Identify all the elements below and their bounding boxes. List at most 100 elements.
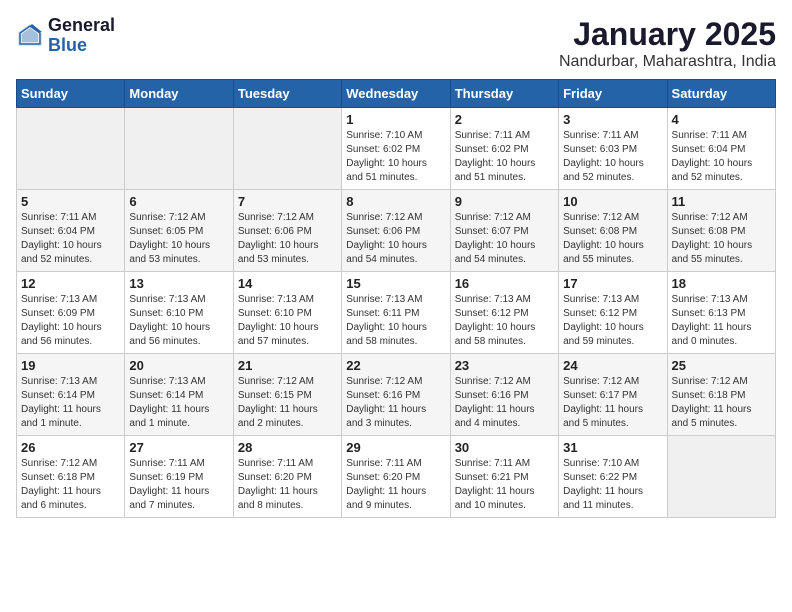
- weekday-header-saturday: Saturday: [667, 80, 775, 108]
- calendar-cell: 5 Sunrise: 7:11 AM Sunset: 6:04 PM Daylig…: [17, 190, 125, 272]
- calendar-cell: 6 Sunrise: 7:12 AM Sunset: 6:05 PM Daylig…: [125, 190, 233, 272]
- day-number: 19: [21, 358, 120, 373]
- calendar-cell: 9 Sunrise: 7:12 AM Sunset: 6:07 PM Daylig…: [450, 190, 558, 272]
- day-info: Sunrise: 7:12 AM Sunset: 6:08 PM Dayligh…: [672, 211, 771, 267]
- calendar-week-row: 26Sunrise: 7:12 AM Sunset: 6:18 PM Dayli…: [17, 436, 776, 518]
- day-number: 20: [129, 358, 228, 373]
- calendar-cell: 17 Sunrise: 7:13 AM Sunset: 6:12 PM Dayli…: [559, 272, 667, 354]
- weekday-header-tuesday: Tuesday: [233, 80, 341, 108]
- day-info: Sunrise: 7:12 AM Sunset: 6:06 PM Dayligh…: [346, 211, 445, 267]
- calendar-week-row: 1 Sunrise: 7:10 AM Sunset: 6:02 PM Daylig…: [17, 108, 776, 190]
- calendar-cell: [125, 108, 233, 190]
- calendar-cell: 13 Sunrise: 7:13 AM Sunset: 6:10 PM Dayli…: [125, 272, 233, 354]
- calendar-title: January 2025: [559, 16, 776, 53]
- logo-text: General Blue: [48, 16, 115, 56]
- calendar-cell: 28 Sunrise: 7:11 AM Sunset: 6:20 PM Dayli…: [233, 436, 341, 518]
- day-number: 21: [238, 358, 337, 373]
- day-number: 6: [129, 194, 228, 209]
- day-number: 22: [346, 358, 445, 373]
- day-info: Sunrise: 7:12 AM Sunset: 6:07 PM Dayligh…: [455, 211, 554, 267]
- day-number: 25: [672, 358, 771, 373]
- day-number: 17: [563, 276, 662, 291]
- day-number: 1: [346, 112, 445, 127]
- day-number: 11: [672, 194, 771, 209]
- day-number: 14: [238, 276, 337, 291]
- day-info: Sunrise: 7:11 AM Sunset: 6:02 PM Dayligh…: [455, 129, 554, 185]
- calendar-week-row: 5 Sunrise: 7:11 AM Sunset: 6:04 PM Daylig…: [17, 190, 776, 272]
- day-number: 8: [346, 194, 445, 209]
- day-number: 13: [129, 276, 228, 291]
- calendar-cell: 21 Sunrise: 7:12 AM Sunset: 6:15 PM Dayli…: [233, 354, 341, 436]
- day-info: Sunrise: 7:12 AM Sunset: 6:18 PM Dayligh…: [672, 375, 771, 431]
- weekday-header-monday: Monday: [125, 80, 233, 108]
- page-header: General Blue January 2025 Nandurbar, Mah…: [16, 16, 776, 71]
- calendar-cell: 16Sunrise: 7:13 AM Sunset: 6:12 PM Dayli…: [450, 272, 558, 354]
- day-number: 31: [563, 440, 662, 455]
- calendar-cell: 1 Sunrise: 7:10 AM Sunset: 6:02 PM Daylig…: [342, 108, 450, 190]
- day-info: Sunrise: 7:12 AM Sunset: 6:15 PM Dayligh…: [238, 375, 337, 431]
- day-info: Sunrise: 7:13 AM Sunset: 6:12 PM Dayligh…: [455, 293, 554, 349]
- weekday-header-friday: Friday: [559, 80, 667, 108]
- calendar-cell: 31Sunrise: 7:10 AM Sunset: 6:22 PM Dayli…: [559, 436, 667, 518]
- calendar-cell: 2 Sunrise: 7:11 AM Sunset: 6:02 PM Daylig…: [450, 108, 558, 190]
- day-info: Sunrise: 7:13 AM Sunset: 6:10 PM Dayligh…: [129, 293, 228, 349]
- day-number: 10: [563, 194, 662, 209]
- day-info: Sunrise: 7:11 AM Sunset: 6:04 PM Dayligh…: [672, 129, 771, 185]
- day-info: Sunrise: 7:11 AM Sunset: 6:21 PM Dayligh…: [455, 457, 554, 513]
- weekday-header-sunday: Sunday: [17, 80, 125, 108]
- calendar-cell: 11 Sunrise: 7:12 AM Sunset: 6:08 PM Dayli…: [667, 190, 775, 272]
- day-info: Sunrise: 7:12 AM Sunset: 6:08 PM Dayligh…: [563, 211, 662, 267]
- day-number: 7: [238, 194, 337, 209]
- day-info: Sunrise: 7:11 AM Sunset: 6:20 PM Dayligh…: [346, 457, 445, 513]
- calendar-cell: 19Sunrise: 7:13 AM Sunset: 6:14 PM Dayli…: [17, 354, 125, 436]
- day-number: 9: [455, 194, 554, 209]
- day-number: 2: [455, 112, 554, 127]
- day-info: Sunrise: 7:12 AM Sunset: 6:18 PM Dayligh…: [21, 457, 120, 513]
- day-number: 30: [455, 440, 554, 455]
- calendar-cell: 23Sunrise: 7:12 AM Sunset: 6:16 PM Dayli…: [450, 354, 558, 436]
- day-number: 4: [672, 112, 771, 127]
- weekday-header-wednesday: Wednesday: [342, 80, 450, 108]
- day-info: Sunrise: 7:12 AM Sunset: 6:05 PM Dayligh…: [129, 211, 228, 267]
- day-info: Sunrise: 7:13 AM Sunset: 6:12 PM Dayligh…: [563, 293, 662, 349]
- day-info: Sunrise: 7:10 AM Sunset: 6:02 PM Dayligh…: [346, 129, 445, 185]
- day-number: 15: [346, 276, 445, 291]
- day-info: Sunrise: 7:13 AM Sunset: 6:14 PM Dayligh…: [129, 375, 228, 431]
- day-info: Sunrise: 7:11 AM Sunset: 6:19 PM Dayligh…: [129, 457, 228, 513]
- calendar-cell: 25 Sunrise: 7:12 AM Sunset: 6:18 PM Dayli…: [667, 354, 775, 436]
- logo-general: General: [48, 16, 115, 36]
- day-info: Sunrise: 7:11 AM Sunset: 6:20 PM Dayligh…: [238, 457, 337, 513]
- weekday-header-thursday: Thursday: [450, 80, 558, 108]
- calendar-cell: 10 Sunrise: 7:12 AM Sunset: 6:08 PM Dayli…: [559, 190, 667, 272]
- calendar-cell: [17, 108, 125, 190]
- day-number: 12: [21, 276, 120, 291]
- logo: General Blue: [16, 16, 115, 56]
- calendar-cell: 30 Sunrise: 7:11 AM Sunset: 6:21 PM Dayli…: [450, 436, 558, 518]
- calendar-cell: 14 Sunrise: 7:13 AM Sunset: 6:10 PM Dayli…: [233, 272, 341, 354]
- day-info: Sunrise: 7:11 AM Sunset: 6:03 PM Dayligh…: [563, 129, 662, 185]
- day-info: Sunrise: 7:13 AM Sunset: 6:11 PM Dayligh…: [346, 293, 445, 349]
- calendar-table: SundayMondayTuesdayWednesdayThursdayFrid…: [16, 79, 776, 518]
- calendar-cell: 26Sunrise: 7:12 AM Sunset: 6:18 PM Dayli…: [17, 436, 125, 518]
- day-info: Sunrise: 7:13 AM Sunset: 6:09 PM Dayligh…: [21, 293, 120, 349]
- calendar-cell: 15 Sunrise: 7:13 AM Sunset: 6:11 PM Dayli…: [342, 272, 450, 354]
- day-info: Sunrise: 7:12 AM Sunset: 6:06 PM Dayligh…: [238, 211, 337, 267]
- calendar-cell: 8 Sunrise: 7:12 AM Sunset: 6:06 PM Daylig…: [342, 190, 450, 272]
- logo-blue: Blue: [48, 36, 115, 56]
- day-number: 5: [21, 194, 120, 209]
- calendar-subtitle: Nandurbar, Maharashtra, India: [559, 53, 776, 71]
- day-number: 28: [238, 440, 337, 455]
- calendar-cell: 22Sunrise: 7:12 AM Sunset: 6:16 PM Dayli…: [342, 354, 450, 436]
- calendar-cell: 7 Sunrise: 7:12 AM Sunset: 6:06 PM Daylig…: [233, 190, 341, 272]
- calendar-cell: 12 Sunrise: 7:13 AM Sunset: 6:09 PM Dayli…: [17, 272, 125, 354]
- calendar-cell: 3Sunrise: 7:11 AM Sunset: 6:03 PM Daylig…: [559, 108, 667, 190]
- day-number: 23: [455, 358, 554, 373]
- day-number: 24: [563, 358, 662, 373]
- weekday-header-row: SundayMondayTuesdayWednesdayThursdayFrid…: [17, 80, 776, 108]
- calendar-cell: 29Sunrise: 7:11 AM Sunset: 6:20 PM Dayli…: [342, 436, 450, 518]
- day-info: Sunrise: 7:11 AM Sunset: 6:04 PM Dayligh…: [21, 211, 120, 267]
- day-info: Sunrise: 7:13 AM Sunset: 6:10 PM Dayligh…: [238, 293, 337, 349]
- calendar-cell: 4 Sunrise: 7:11 AM Sunset: 6:04 PM Daylig…: [667, 108, 775, 190]
- day-info: Sunrise: 7:12 AM Sunset: 6:17 PM Dayligh…: [563, 375, 662, 431]
- calendar-week-row: 19 Sunrise: 7:13 AM Sunset: 6:14 PM Dayli…: [17, 354, 776, 436]
